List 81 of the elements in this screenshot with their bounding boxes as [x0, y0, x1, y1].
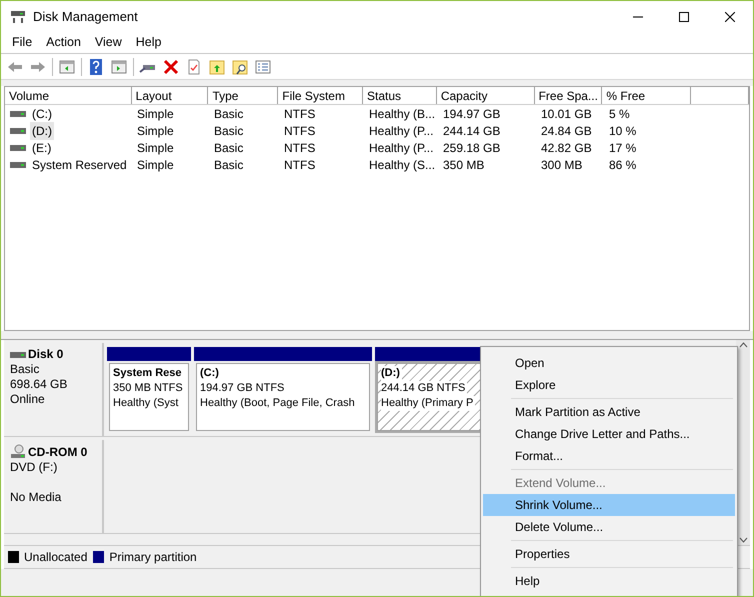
- partition-status: Healthy (Boot, Page File, Crash: [200, 396, 357, 411]
- cd-drive-icon: [10, 444, 26, 460]
- table-cell-text: NTFS: [284, 106, 316, 122]
- table-cell[interactable]: (E:): [30, 138, 54, 156]
- table-cell-text: Healthy (B...: [369, 106, 436, 122]
- table-cell-text: Basic: [214, 156, 244, 174]
- menu-option[interactable]: Format...: [483, 445, 735, 467]
- menu-option[interactable]: Open: [483, 352, 735, 374]
- menu-item[interactable]: Help: [128, 33, 168, 52]
- table-cell-text: 24.84 GB: [541, 122, 592, 140]
- drive-icon: [10, 352, 26, 358]
- column-header[interactable]: Type: [208, 87, 278, 104]
- menu-item[interactable]: File: [5, 33, 40, 52]
- maximize-icon: [679, 12, 689, 22]
- partition-name: (C:): [200, 366, 221, 381]
- column-header[interactable]: Status: [363, 87, 437, 104]
- table-cell-text: NTFS: [284, 156, 316, 174]
- menu-option[interactable]: Properties: [483, 543, 735, 565]
- table-cell-text: Simple: [137, 140, 174, 156]
- table-cell-text: Simple: [137, 156, 174, 174]
- table-cell-text: 10 %: [609, 122, 636, 140]
- table-cell-text: 17 %: [609, 140, 636, 156]
- disk-detail: DVD (F:): [10, 460, 58, 475]
- window-title: Disk Management: [33, 8, 138, 26]
- table-cell-text: NTFS: [284, 122, 316, 140]
- scroll-up-icon[interactable]: [738, 342, 748, 348]
- drive-icon: [10, 162, 26, 168]
- drive-icon: [10, 128, 26, 134]
- disk-name: CD-ROM 0: [28, 444, 88, 460]
- table-cell[interactable]: (C:): [30, 104, 54, 122]
- table-cell[interactable]: System Reserved: [30, 156, 129, 174]
- app-icon: [10, 10, 26, 24]
- disk-detail: Basic: [10, 362, 40, 377]
- menu-option[interactable]: Shrink Volume...: [483, 494, 735, 516]
- column-header[interactable]: Capacity: [436, 87, 535, 104]
- table-cell-text: Simple: [137, 122, 174, 140]
- close-icon: [725, 12, 735, 22]
- partition-status: Healthy (Primary P: [381, 396, 476, 411]
- table-cell-text: NTFS: [284, 140, 316, 156]
- menu-option[interactable]: Delete Volume...: [483, 516, 735, 538]
- table-cell-text: 350 MB: [443, 156, 484, 174]
- table-cell-text: 194.97 GB: [443, 106, 500, 122]
- table-cell-text: Healthy (P...: [369, 140, 434, 156]
- menu-option[interactable]: Mark Partition as Active: [483, 401, 735, 423]
- disk-detail: No Media: [10, 490, 62, 505]
- table-cell-text: Healthy (P...: [369, 122, 434, 140]
- table-cell-text: 86 %: [609, 156, 636, 174]
- menu-item[interactable]: View: [88, 33, 129, 52]
- table-cell-text: 244.14 GB: [443, 122, 500, 140]
- partition-status: Healthy (Syst: [113, 396, 180, 411]
- drive-icon: [10, 110, 26, 116]
- disk-detail: Online: [10, 392, 46, 407]
- scroll-down-icon[interactable]: [738, 537, 748, 543]
- partition-name: System Rese: [113, 366, 184, 381]
- table-cell-text: Healthy (S...: [369, 156, 436, 174]
- table-cell-text: 300 MB: [541, 156, 582, 174]
- column-header[interactable]: Free Spa...: [534, 87, 602, 104]
- table-cell-text: Simple: [137, 106, 174, 122]
- drive-icon: [10, 144, 26, 150]
- disk-name: Disk 0: [28, 347, 64, 362]
- column-header[interactable]: Volume: [5, 87, 132, 104]
- menu-option[interactable]: Change Drive Letter and Paths...: [483, 423, 735, 445]
- partition-size: 244.14 GB NTFS: [381, 381, 468, 396]
- table-cell-text: Basic: [214, 106, 244, 122]
- partition-name: (D:): [381, 366, 402, 381]
- menu-option[interactable]: Help: [483, 570, 735, 592]
- table-cell-text: Basic: [214, 122, 244, 140]
- legend-label: Unallocated: [24, 549, 88, 566]
- table-cell-text: 42.82 GB: [541, 140, 592, 156]
- column-header[interactable]: % Free: [602, 87, 692, 104]
- legend-label: Primary partition: [109, 549, 197, 566]
- disk-detail: 698.64 GB: [10, 377, 68, 392]
- column-header[interactable]: Layout: [132, 87, 208, 104]
- table-cell-text: 5 %: [609, 106, 630, 122]
- menu-item[interactable]: Action: [39, 33, 88, 52]
- menu-option[interactable]: Explore: [483, 374, 735, 396]
- table-cell-text: 10.01 GB: [541, 106, 592, 122]
- table-cell-text: Basic: [214, 140, 244, 156]
- table-cell-text: 259.18 GB: [443, 140, 500, 156]
- table-cell[interactable]: (D:): [30, 122, 54, 140]
- column-header[interactable]: File System: [278, 87, 364, 104]
